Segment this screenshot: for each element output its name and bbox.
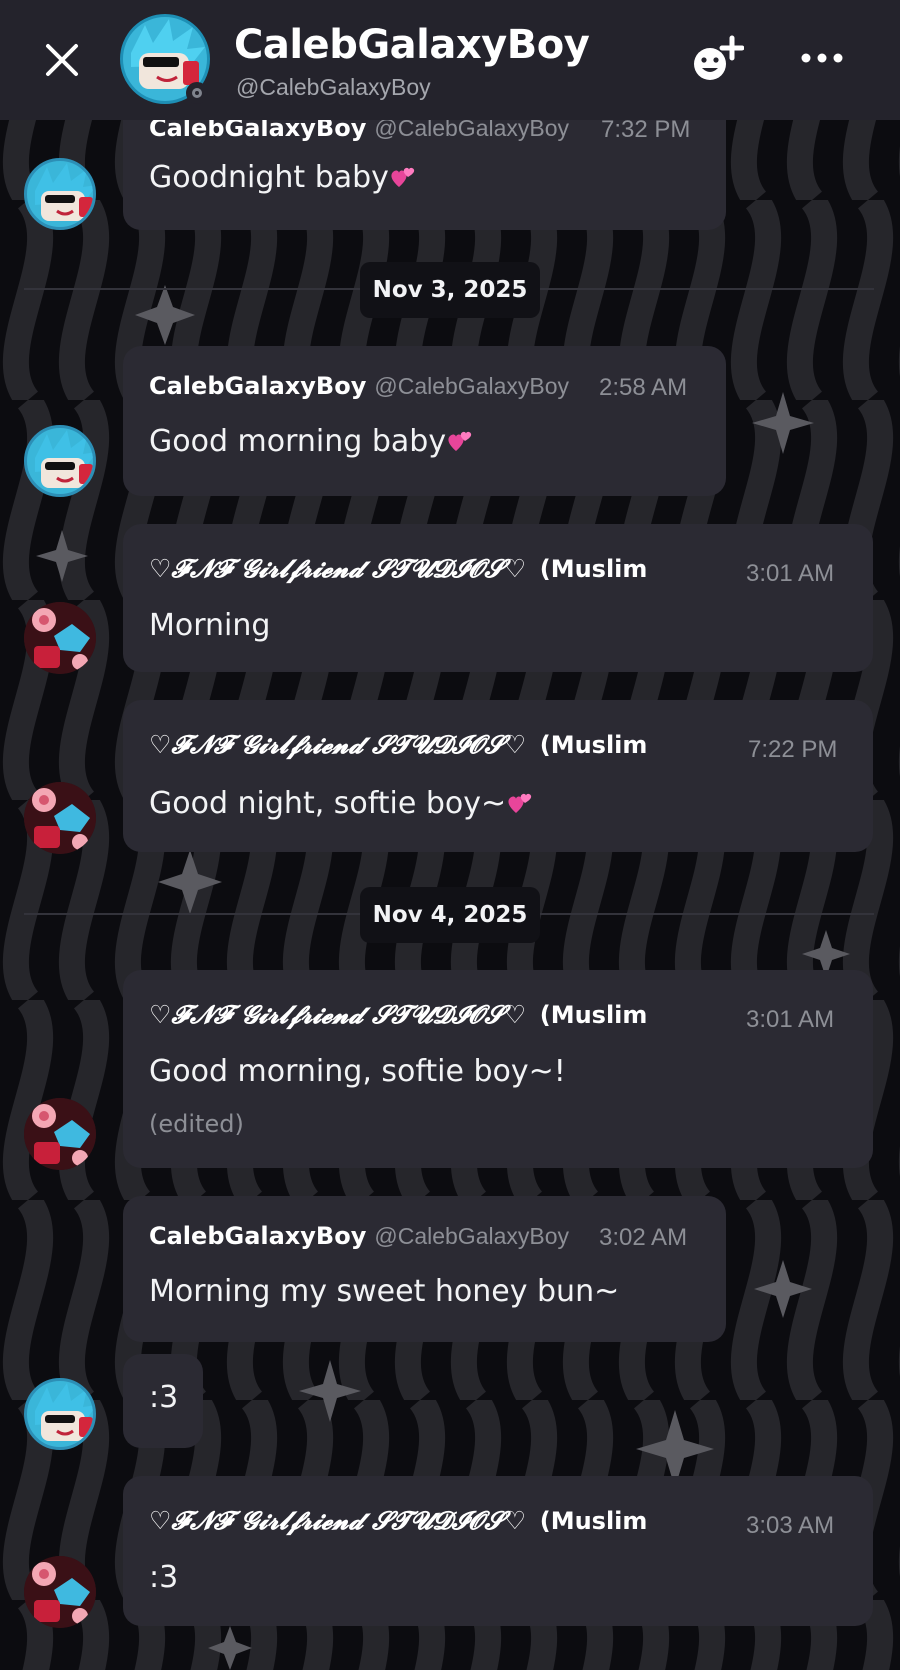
- date-divider: Nov 3, 2025: [360, 262, 540, 318]
- two-hearts-emoji-icon: [391, 167, 415, 187]
- edited-label: (edited): [149, 1110, 244, 1138]
- message-text: Good morning, softie boy~!: [149, 1054, 566, 1089]
- close-button[interactable]: [40, 38, 84, 82]
- header-subtitle: @CalebGalaxyBoy: [236, 74, 431, 100]
- message-text: Morning my sweet honey bun~: [149, 1274, 620, 1309]
- more-options-icon: [801, 53, 843, 63]
- message-author[interactable]: ♡𝓕𝓝𝓕 𝓖𝓲𝓻𝓵𝓯𝓻𝓲𝓮𝓷𝓭 𝓢𝓣𝓤𝓓𝓘𝓞𝓢♡: [149, 730, 526, 759]
- close-icon: [46, 44, 78, 76]
- message-meta: ♡𝓕𝓝𝓕 𝓖𝓲𝓻𝓵𝓯𝓻𝓲𝓮𝓷𝓭 𝓢𝓣𝓤𝓓𝓘𝓞𝓢♡ (Muslim: [149, 730, 647, 760]
- status-indicator: [186, 82, 208, 104]
- user-avatar[interactable]: [24, 782, 96, 854]
- message-meta: ♡𝓕𝓝𝓕 𝓖𝓲𝓻𝓵𝓯𝓻𝓲𝓮𝓷𝓭 𝓢𝓣𝓤𝓓𝓘𝓞𝓢♡ (Muslim: [149, 1000, 647, 1030]
- user-avatar[interactable]: [24, 602, 96, 674]
- message-bubble[interactable]: :3: [123, 1354, 203, 1448]
- message-text: Good night, softie boy~: [149, 786, 534, 821]
- user-avatar[interactable]: [24, 158, 96, 230]
- add-friend-button[interactable]: [688, 34, 745, 86]
- message-time: 3:01 AM: [746, 560, 835, 587]
- message-meta: CalebGalaxyBoy @CalebGalaxyBoy: [149, 1222, 569, 1250]
- message-author[interactable]: CalebGalaxyBoy: [149, 1222, 366, 1250]
- message-time: 2:58 AM: [599, 374, 688, 401]
- message-meta: ♡𝓕𝓝𝓕 𝓖𝓲𝓻𝓵𝓯𝓻𝓲𝓮𝓷𝓭 𝓢𝓣𝓤𝓓𝓘𝓞𝓢♡ (Muslim: [149, 554, 647, 584]
- message-time: 7:22 PM: [748, 736, 838, 763]
- message-author[interactable]: ♡𝓕𝓝𝓕 𝓖𝓲𝓻𝓵𝓯𝓻𝓲𝓮𝓷𝓭 𝓢𝓣𝓤𝓓𝓘𝓞𝓢♡: [149, 1000, 526, 1029]
- message-time: 3:02 AM: [599, 1224, 688, 1251]
- dm-header: CalebGalaxyBoy @CalebGalaxyBoy: [0, 0, 900, 120]
- message-text: Morning: [149, 608, 271, 643]
- date-divider: Nov 4, 2025: [360, 887, 540, 943]
- message-time: 3:03 AM: [746, 1512, 835, 1539]
- message-handle: @CalebGalaxyBoy: [374, 373, 570, 399]
- message-bubble[interactable]: ♡𝓕𝓝𝓕 𝓖𝓲𝓻𝓵𝓯𝓻𝓲𝓮𝓷𝓭 𝓢𝓣𝓤𝓓𝓘𝓞𝓢♡ (Muslim 3:01 AM…: [123, 524, 873, 672]
- user-avatar[interactable]: [24, 1556, 96, 1628]
- message-bubble[interactable]: CalebGalaxyBoy @CalebGalaxyBoy 2:58 AM Go…: [123, 346, 726, 496]
- message-bubble[interactable]: ♡𝓕𝓝𝓕 𝓖𝓲𝓻𝓵𝓯𝓻𝓲𝓮𝓷𝓭 𝓢𝓣𝓤𝓓𝓘𝓞𝓢♡ (Muslim 3:01 AM…: [123, 970, 873, 1168]
- message-time: 3:01 AM: [746, 1006, 835, 1033]
- message-text-content: Goodnight baby: [149, 160, 389, 195]
- message-meta: CalebGalaxyBoy @CalebGalaxyBoy: [149, 372, 569, 400]
- message-bubble[interactable]: CalebGalaxyBoy @CalebGalaxyBoy 3:02 AM Mo…: [123, 1196, 726, 1342]
- message-author-tag: (Muslim: [539, 1507, 648, 1535]
- add-friend-icon: [694, 35, 745, 80]
- message-text-content: Good night, softie boy~: [149, 786, 507, 821]
- user-avatar[interactable]: [24, 1098, 96, 1170]
- message-bubble[interactable]: ♡𝓕𝓝𝓕 𝓖𝓲𝓻𝓵𝓯𝓻𝓲𝓮𝓷𝓭 𝓢𝓣𝓤𝓓𝓘𝓞𝓢♡ (Muslim 7:22 PM…: [123, 700, 873, 852]
- more-options-button[interactable]: [796, 38, 848, 78]
- message-author[interactable]: CalebGalaxyBoy: [149, 372, 366, 400]
- message-time: 7:32 PM: [601, 116, 691, 143]
- user-avatar[interactable]: [24, 425, 96, 497]
- message-author-tag: (Muslim: [539, 731, 648, 759]
- message-author-tag: (Muslim: [539, 555, 648, 583]
- message-text: :3: [149, 1560, 179, 1595]
- two-hearts-emoji-icon: [508, 793, 532, 813]
- message-list[interactable]: CalebGalaxyBoy @CalebGalaxyBoy 7:32 PM Go…: [0, 0, 900, 1670]
- message-author[interactable]: ♡𝓕𝓝𝓕 𝓖𝓲𝓻𝓵𝓯𝓻𝓲𝓮𝓷𝓭 𝓢𝓣𝓤𝓓𝓘𝓞𝓢♡: [149, 1506, 526, 1535]
- message-author-tag: (Muslim: [539, 1001, 648, 1029]
- message-text: Goodnight baby: [149, 160, 417, 195]
- message-text-content: Good morning baby: [149, 424, 447, 459]
- user-avatar[interactable]: [24, 1378, 96, 1450]
- message-bubble[interactable]: ♡𝓕𝓝𝓕 𝓖𝓲𝓻𝓵𝓯𝓻𝓲𝓮𝓷𝓭 𝓢𝓣𝓤𝓓𝓘𝓞𝓢♡ (Muslim 3:03 AM…: [123, 1476, 873, 1626]
- message-meta: ♡𝓕𝓝𝓕 𝓖𝓲𝓻𝓵𝓯𝓻𝓲𝓮𝓷𝓭 𝓢𝓣𝓤𝓓𝓘𝓞𝓢♡ (Muslim: [149, 1506, 647, 1536]
- two-hearts-emoji-icon: [448, 431, 472, 451]
- message-text: Good morning baby: [149, 424, 474, 459]
- header-title[interactable]: CalebGalaxyBoy: [234, 22, 590, 68]
- message-text: :3: [149, 1380, 179, 1415]
- message-handle: @CalebGalaxyBoy: [374, 1223, 570, 1249]
- message-author[interactable]: ♡𝓕𝓝𝓕 𝓖𝓲𝓻𝓵𝓯𝓻𝓲𝓮𝓷𝓭 𝓢𝓣𝓤𝓓𝓘𝓞𝓢♡: [149, 554, 526, 583]
